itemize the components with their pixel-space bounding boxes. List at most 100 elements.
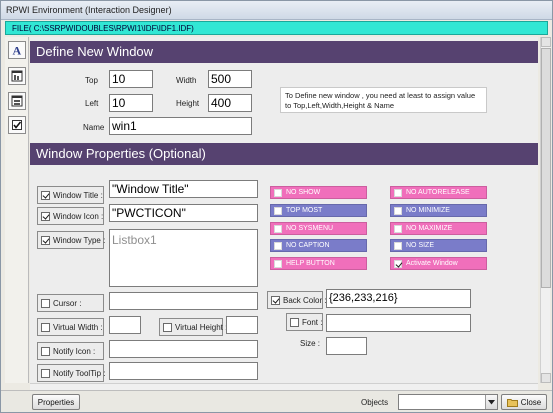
virtual-height-checkbox[interactable] — [163, 322, 172, 332]
option-checkbox[interactable] — [274, 206, 282, 215]
define-window-header: Define New Window — [30, 41, 538, 63]
option-label: NO MAXIMIZE — [406, 225, 453, 232]
option-no-sysmenu[interactable]: NO SYSMENU — [270, 222, 367, 235]
width-label: Width — [176, 76, 197, 85]
option-label: NO SHOW — [286, 189, 321, 196]
name-input[interactable]: win1 — [109, 117, 252, 135]
notify-tooltip-toggle[interactable]: Notify ToolTip : — [37, 364, 105, 382]
virtual-width-checkbox[interactable] — [41, 322, 50, 332]
left-input[interactable]: 10 — [109, 94, 153, 112]
option-checkbox[interactable] — [394, 241, 402, 250]
option-no-show[interactable]: NO SHOW — [270, 186, 367, 199]
window-title: RPWI Environment (Interaction Designer) — [6, 5, 172, 15]
name-label: Name — [83, 123, 105, 132]
notify-tooltip-checkbox[interactable] — [41, 368, 50, 378]
width-input[interactable]: 500 — [208, 70, 252, 88]
virtual-height-label: Virtual Height : — [175, 322, 228, 332]
option-label: NO CAPTION — [286, 242, 330, 249]
option-no-autorelease[interactable]: NO AUTORELEASE — [390, 186, 487, 199]
font-input[interactable] — [326, 314, 471, 332]
window-properties-header: Window Properties (Optional) — [30, 143, 538, 165]
notify-icon-toggle[interactable]: Notify Icon : — [37, 342, 104, 360]
scroll-thumb[interactable] — [541, 48, 551, 288]
form-tool-icon[interactable] — [8, 92, 26, 110]
font-checkbox[interactable] — [290, 317, 299, 327]
file-path: FILE( C:\SSRPWIDOUBLES\RPWI1\IDF\IDF1.ID… — [12, 24, 194, 33]
notify-tooltip-input[interactable] — [109, 362, 258, 380]
option-checkbox[interactable] — [274, 241, 282, 250]
checkbox-tool-icon[interactable] — [8, 116, 26, 134]
option-checkbox[interactable] — [394, 259, 402, 268]
virtual-height-toggle[interactable]: Virtual Height : — [159, 318, 227, 336]
notify-icon-label: Notify Icon : — [53, 346, 96, 356]
option-checkbox[interactable] — [274, 188, 282, 197]
objects-label: Objects — [361, 398, 389, 407]
option-no-caption[interactable]: NO CAPTION — [270, 239, 367, 252]
option-checkbox[interactable] — [394, 206, 402, 215]
cursor-toggle[interactable]: Cursor : — [37, 294, 104, 312]
back-color-checkbox[interactable] — [271, 295, 280, 305]
option-no-size[interactable]: NO SIZE — [390, 239, 487, 252]
option-label: NO SIZE — [406, 242, 435, 249]
top-label: Top — [85, 76, 98, 85]
window-type-listbox[interactable]: Listbox1 — [109, 229, 258, 287]
window-title-input[interactable]: "Window Title" — [109, 180, 258, 198]
window-icon-toggle[interactable]: Window Icon : — [37, 207, 104, 225]
option-help-button[interactable]: HELP BUTTON — [270, 257, 367, 270]
height-label: Height — [176, 99, 200, 108]
back-color-toggle[interactable]: Back Color : — [267, 291, 327, 309]
window-icon-label: Window Icon : — [53, 211, 104, 221]
option-top-most[interactable]: TOP MOST — [270, 204, 367, 217]
notify-icon-checkbox[interactable] — [41, 346, 50, 356]
window-icon-checkbox[interactable] — [41, 211, 50, 221]
back-color-input[interactable]: {236,233,216} — [326, 289, 471, 308]
file-path-bar: FILE( C:\SSRPWIDOUBLES\RPWI1\IDF\IDF1.ID… — [5, 21, 548, 35]
horizontal-scrollbar[interactable] — [30, 383, 538, 390]
text-tool-icon[interactable]: A — [8, 41, 26, 59]
top-input[interactable]: 10 — [109, 70, 153, 88]
window-title-checkbox[interactable] — [41, 190, 50, 200]
option-no-maximize[interactable]: NO MAXIMIZE — [390, 222, 487, 235]
window-title-toggle[interactable]: Window Title : — [37, 186, 104, 204]
window-type-toggle[interactable]: Window Type : — [37, 231, 106, 249]
tool-strip: A — [5, 37, 29, 383]
window-tool-icon[interactable] — [8, 67, 26, 85]
chevron-down-icon[interactable] — [485, 395, 497, 409]
option-checkbox[interactable] — [274, 259, 282, 268]
scroll-up-icon[interactable] — [541, 37, 551, 47]
scroll-down-icon[interactable] — [541, 373, 551, 383]
title-bar[interactable]: RPWI Environment (Interaction Designer) — [1, 1, 552, 20]
option-checkbox[interactable] — [274, 224, 282, 233]
objects-dropdown[interactable] — [398, 394, 498, 410]
left-label: Left — [85, 99, 99, 108]
window-title-label: Window Title : — [53, 190, 103, 200]
font-label: Font : — [302, 317, 323, 327]
font-toggle[interactable]: Font : — [286, 313, 323, 331]
option-label: NO MINIMIZE — [406, 207, 450, 214]
option-label: Activate Window — [406, 260, 458, 267]
virtual-width-input[interactable] — [109, 316, 141, 334]
properties-button[interactable]: Properties — [32, 394, 80, 410]
folder-icon — [506, 398, 518, 407]
option-checkbox[interactable] — [394, 224, 402, 233]
window-icon-input[interactable]: "PWCTICON" — [109, 204, 258, 222]
size-input[interactable] — [326, 337, 367, 355]
option-activate-window[interactable]: Activate Window — [390, 257, 487, 270]
option-label: NO SYSMENU — [286, 225, 334, 232]
cursor-checkbox[interactable] — [41, 298, 50, 308]
option-label: TOP MOST — [286, 207, 323, 214]
virtual-width-toggle[interactable]: Virtual Width : — [37, 318, 104, 336]
close-button[interactable]: Close — [501, 394, 547, 410]
window-type-label: Window Type : — [53, 235, 106, 245]
window-type-checkbox[interactable] — [41, 235, 50, 245]
option-checkbox[interactable] — [394, 188, 402, 197]
option-no-minimize[interactable]: NO MINIMIZE — [390, 204, 487, 217]
vertical-scrollbar[interactable] — [540, 37, 551, 383]
notify-icon-input[interactable] — [109, 340, 258, 358]
svg-text:A: A — [13, 44, 22, 56]
virtual-height-input[interactable] — [226, 316, 258, 334]
back-color-label: Back Color : — [283, 295, 327, 305]
height-input[interactable]: 400 — [208, 94, 252, 112]
cursor-label: Cursor : — [53, 298, 82, 308]
cursor-input[interactable] — [109, 292, 258, 310]
